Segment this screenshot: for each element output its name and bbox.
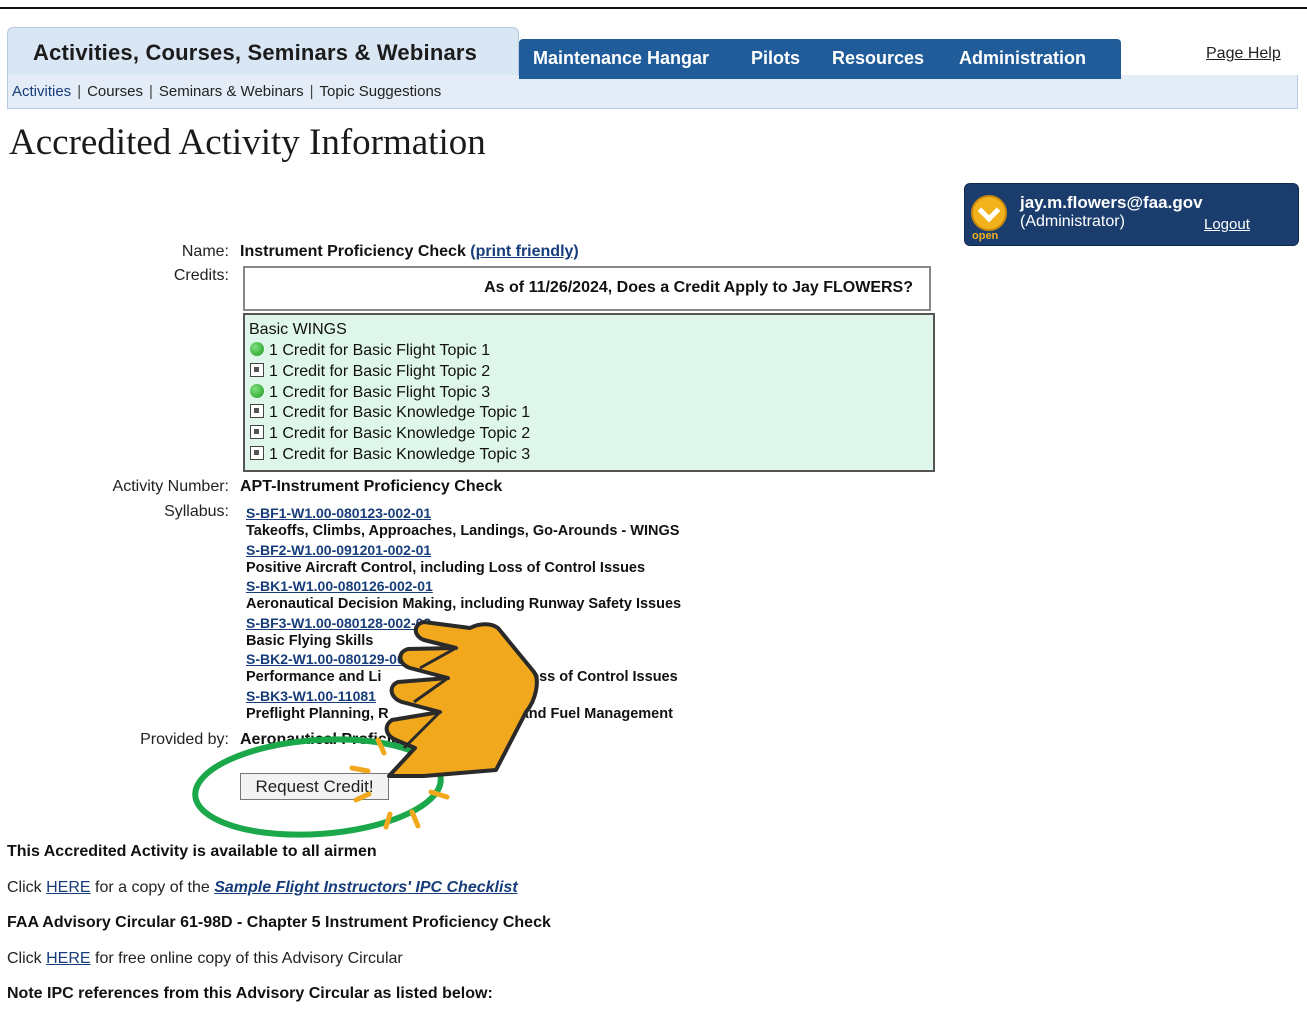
syllabus-list: S-BF1-W1.00-080123-002-01 Takeoffs, Clim… bbox=[246, 504, 681, 723]
user-role: (Administrator) bbox=[1020, 213, 1125, 230]
credit-question-box: As of 11/26/2024, Does a Credit Apply to… bbox=[243, 266, 931, 311]
credits-label: Credits: bbox=[173, 267, 229, 284]
credit-question-text: As of 11/26/2024, Does a Credit Apply to… bbox=[484, 279, 913, 296]
nav-administration[interactable]: Administration bbox=[959, 48, 1086, 69]
provided-by-label: Provided by: bbox=[140, 731, 229, 748]
advisory-circular-title: FAA Advisory Circular 61-98D - Chapter 5… bbox=[7, 914, 551, 931]
square-box-icon bbox=[250, 363, 264, 377]
syllabus-item: S-BF3-W1.00-080128-002-02 Basic Flying S… bbox=[246, 614, 681, 651]
name-label: Name: bbox=[181, 243, 229, 260]
checklist-here-link[interactable]: HERE bbox=[46, 879, 90, 896]
badge-label: open bbox=[972, 230, 999, 242]
syllabus-code-link[interactable]: S-BF1-W1.00-080123-002-01 bbox=[246, 504, 681, 522]
activity-number-value: APT-Instrument Proficiency Check bbox=[240, 478, 503, 495]
syllabus-title: Preflight Planning, R, and Fuel Manageme… bbox=[246, 705, 673, 722]
syllabus-item: S-BF1-W1.00-080123-002-01 Takeoffs, Clim… bbox=[246, 504, 681, 541]
syllabus-item: S-BF2-W1.00-091201-002-01 Positive Aircr… bbox=[246, 541, 681, 578]
sub-link-seminars[interactable]: Seminars & Webinars bbox=[159, 83, 304, 100]
green-dot-icon bbox=[250, 342, 264, 356]
nav-maintenance-hangar[interactable]: Maintenance Hangar bbox=[533, 48, 709, 69]
ipc-references-note: Note IPC references from this Advisory C… bbox=[7, 985, 493, 1002]
wings-item: 1 Credit for Basic Flight Topic 2 bbox=[250, 363, 490, 381]
activity-number-label: Activity Number: bbox=[112, 478, 229, 495]
syllabus-item: S-BK3-W1.00-11081 Preflight Planning, R,… bbox=[246, 687, 681, 724]
wings-credits-box: Basic WINGS 1 Credit for Basic Flight To… bbox=[243, 313, 935, 472]
wings-header: Basic WINGS bbox=[249, 321, 347, 338]
syllabus-title: Basic Flying Skills bbox=[246, 632, 374, 649]
top-rule bbox=[0, 7, 1307, 9]
print-friendly-link[interactable]: (print friendly) bbox=[470, 243, 578, 260]
syllabus-code-link[interactable]: S-BK2-W1.00-080129-00 bbox=[246, 650, 681, 668]
user-email: jay.m.flowers@faa.gov bbox=[1020, 193, 1203, 212]
syllabus-title: Performance and Li Loss of Control Issues bbox=[246, 669, 678, 685]
sub-link-courses[interactable]: Courses bbox=[87, 83, 143, 100]
sub-navigation-bar: Activities | Courses | Seminars & Webinars | T… bbox=[7, 75, 1298, 109]
nav-pilots[interactable]: Pilots bbox=[751, 48, 800, 69]
square-box-icon bbox=[250, 404, 264, 418]
syllabus-label: Syllabus: bbox=[164, 503, 229, 520]
tab-activities-courses[interactable]: Activities, Courses, Seminars & Webinars bbox=[7, 27, 519, 75]
checklist-line: Click HERE for a copy of the Sample Flig… bbox=[7, 879, 518, 896]
open-badge-icon[interactable] bbox=[971, 195, 1007, 231]
advisory-circular-line: Click HERE for free online copy of this … bbox=[7, 950, 403, 967]
advisory-here-link[interactable]: HERE bbox=[46, 950, 90, 967]
syllabus-title: Positive Aircraft Control, including Los… bbox=[246, 559, 646, 576]
syllabus-code-link[interactable]: S-BF2-W1.00-091201-002-01 bbox=[246, 541, 681, 559]
wings-item: 1 Credit for Basic Knowledge Topic 2 bbox=[250, 425, 530, 443]
syllabus-item: S-BK2-W1.00-080129-00 Performance and Li… bbox=[246, 650, 681, 687]
sub-link-topic-suggestions[interactable]: Topic Suggestions bbox=[320, 83, 442, 100]
tab-label: Activities, Courses, Seminars & Webinars bbox=[33, 40, 478, 65]
availability-text: This Accredited Activity is available to… bbox=[7, 843, 377, 860]
wings-item: 1 Credit for Basic Flight Topic 3 bbox=[250, 384, 490, 402]
request-credit-button[interactable]: Request Credit! bbox=[240, 773, 389, 800]
checklist-doc-link[interactable]: Sample Flight Instructors' IPC Checklist bbox=[214, 879, 517, 896]
sub-link-activities[interactable]: Activities bbox=[12, 83, 71, 100]
logout-link[interactable]: Logout bbox=[1204, 216, 1250, 233]
syllabus-item: S-BK1-W1.00-080126-002-01 Aeronautical D… bbox=[246, 577, 681, 614]
square-box-icon bbox=[250, 446, 264, 460]
green-dot-icon bbox=[250, 384, 264, 398]
syllabus-title: Takeoffs, Climbs, Approaches, Landings, … bbox=[246, 523, 680, 539]
wings-item: 1 Credit for Basic Flight Topic 1 bbox=[250, 342, 490, 360]
main-navigation: Maintenance Hangar Pilots Resources Admi… bbox=[519, 39, 1121, 79]
wings-item: 1 Credit for Basic Knowledge Topic 3 bbox=[250, 446, 530, 464]
nav-resources[interactable]: Resources bbox=[832, 48, 924, 69]
name-value: Instrument Proficiency Check (print frie… bbox=[240, 243, 579, 261]
navigation-panel: Activities, Courses, Seminars & Webinars… bbox=[6, 27, 1298, 110]
activity-name: Instrument Proficiency Check bbox=[240, 243, 466, 260]
page-title: Accredited Activity Information bbox=[9, 122, 486, 163]
provided-by-value: Aeronautical Proficie bbox=[240, 731, 401, 748]
syllabus-code-link[interactable]: S-BK1-W1.00-080126-002-01 bbox=[246, 577, 681, 595]
square-box-icon bbox=[250, 425, 264, 439]
syllabus-title: Aeronautical Decision Making, including … bbox=[246, 596, 682, 612]
syllabus-code-link[interactable]: S-BK3-W1.00-11081 bbox=[246, 687, 681, 705]
user-panel: open jay.m.flowers@faa.gov (Administrato… bbox=[964, 183, 1299, 246]
page-help-link[interactable]: Page Help bbox=[1206, 45, 1281, 63]
syllabus-code-link[interactable]: S-BF3-W1.00-080128-002-02 bbox=[246, 614, 681, 632]
wings-item: 1 Credit for Basic Knowledge Topic 1 bbox=[250, 404, 530, 422]
